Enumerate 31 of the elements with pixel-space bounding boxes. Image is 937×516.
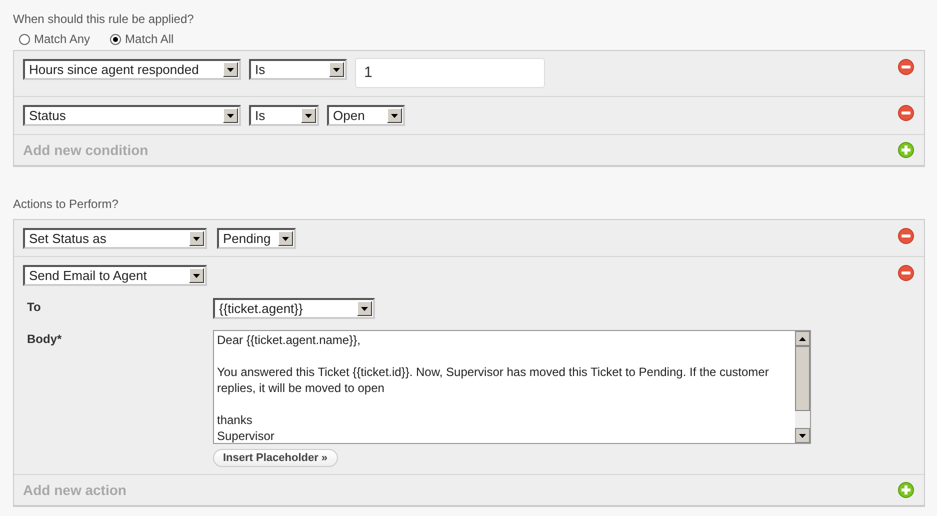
add-icon[interactable] [898,482,914,498]
section-heading: When should this rule be applied? [13,11,195,28]
insert-placeholder-button[interactable]: Insert Placeholder » [213,449,338,467]
body-text-line: Dear {{ticket.agent.name}}, [217,332,362,348]
recipient-dropdown[interactable]: {{ticket.agent}} [213,298,375,319]
field-dropdown[interactable]: Status [23,105,241,126]
match-radio[interactable]: Match All [110,30,174,48]
scroll-down-icon[interactable] [799,434,806,438]
remove-icon[interactable] [898,265,914,281]
remove-icon[interactable] [898,105,914,121]
operator-dropdown[interactable]: Is [249,59,347,80]
body-text-line: thanks [217,412,254,428]
body-textarea[interactable]: Dear {{ticket.agent.name}}, You answered this Ticket {{ticket.id}}. Now, Supervisor has moved this Ticket to Pending. If the customer replies, it will be moved to open thanks Supervisor [213,330,811,444]
body-text-line: Supervisor [217,428,276,444]
body-label: Body* [26,331,63,348]
remove-icon[interactable] [898,59,914,75]
match-radio[interactable]: Match Any [19,30,90,48]
scroll-up-icon[interactable] [799,336,806,340]
remove-icon[interactable] [898,228,914,244]
operator-dropdown[interactable]: Is [249,105,319,126]
field-dropdown[interactable]: Hours since agent responded [23,59,241,80]
action-dropdown[interactable]: Set Status as [23,228,207,249]
section-heading: Actions to Perform? [13,196,120,213]
add-icon[interactable] [898,142,914,158]
to-label: To [26,299,42,316]
body-text-line: You answered this Ticket {{ticket.id}}. Now, Supervisor has moved this Ticket to Pending. If the customer replies, it will be moved to open [217,364,770,396]
action-value-dropdown[interactable]: Pending [217,228,296,249]
scrollbar[interactable] [795,331,810,443]
value-dropdown[interactable]: Open [327,105,405,126]
action-dropdown[interactable]: Send Email to Agent [23,265,207,286]
value-field[interactable]: 1 [355,58,545,88]
